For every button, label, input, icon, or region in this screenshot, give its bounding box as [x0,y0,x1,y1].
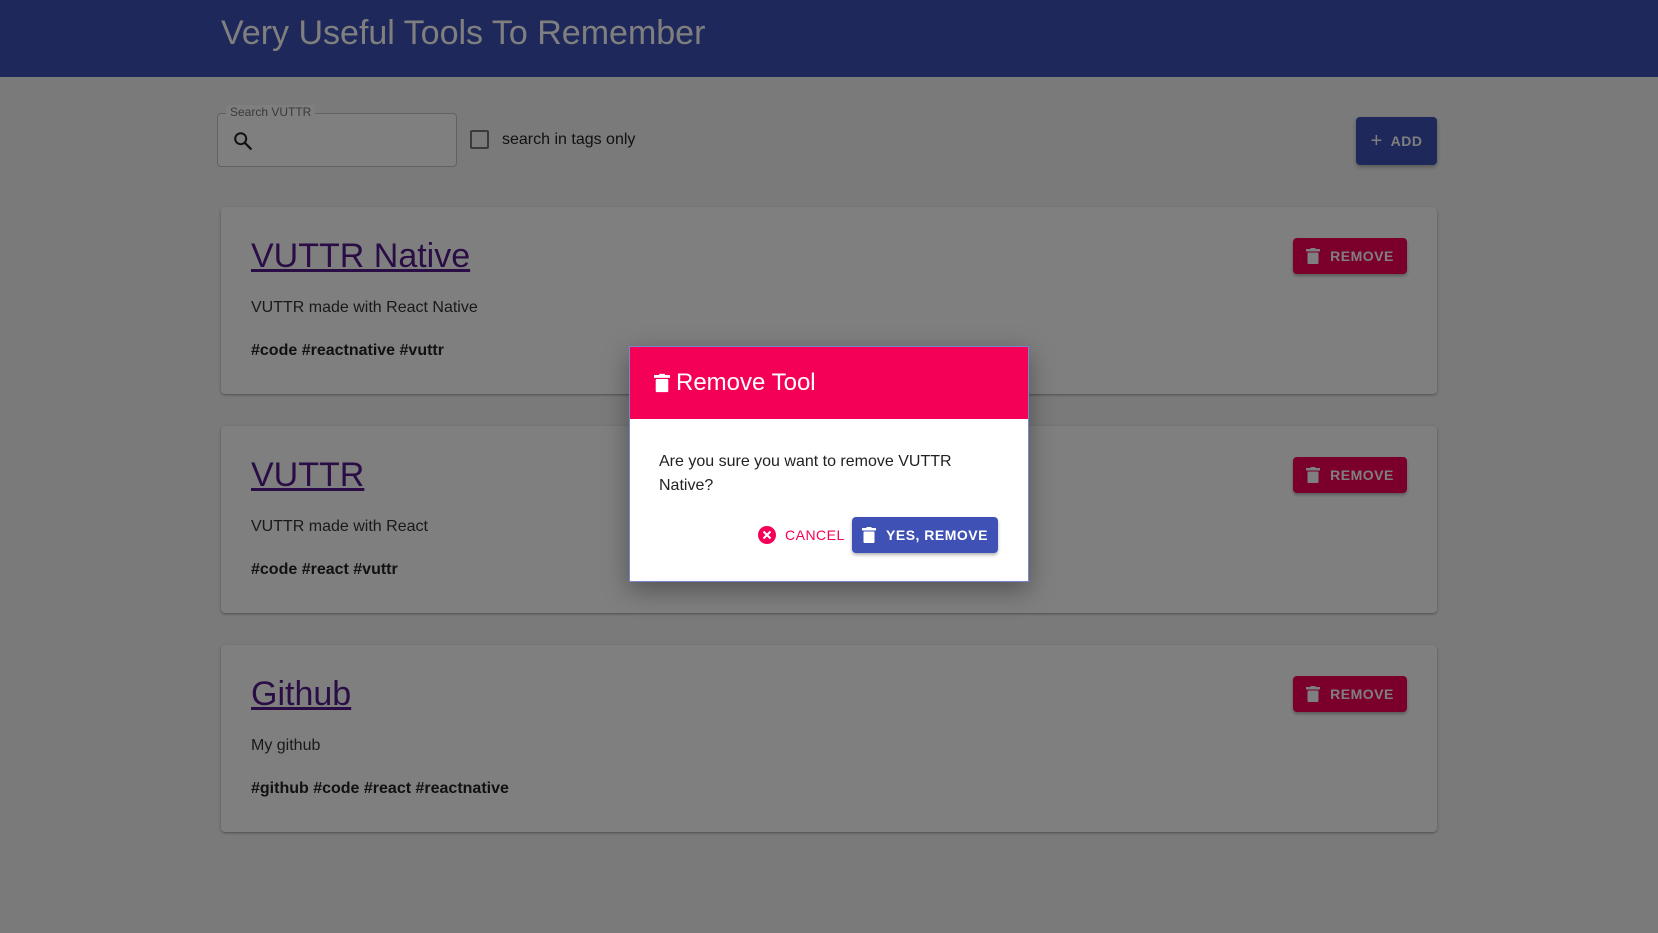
dialog-header: Remove Tool [630,347,1028,419]
cancel-button-label: CANCEL [785,527,845,543]
trash-icon [654,373,670,393]
dialog-title: Remove Tool [676,369,816,396]
remove-tool-dialog: Remove Tool Are you sure you want to rem… [629,346,1029,582]
cancel-button[interactable]: CANCEL [750,517,853,553]
cancel-circle-icon [758,526,776,544]
trash-icon [862,527,877,543]
confirm-button-label: YES, REMOVE [886,527,988,543]
dialog-message: Are you sure you want to remove VUTTR Na… [659,453,952,494]
confirm-remove-button[interactable]: YES, REMOVE [852,517,998,553]
